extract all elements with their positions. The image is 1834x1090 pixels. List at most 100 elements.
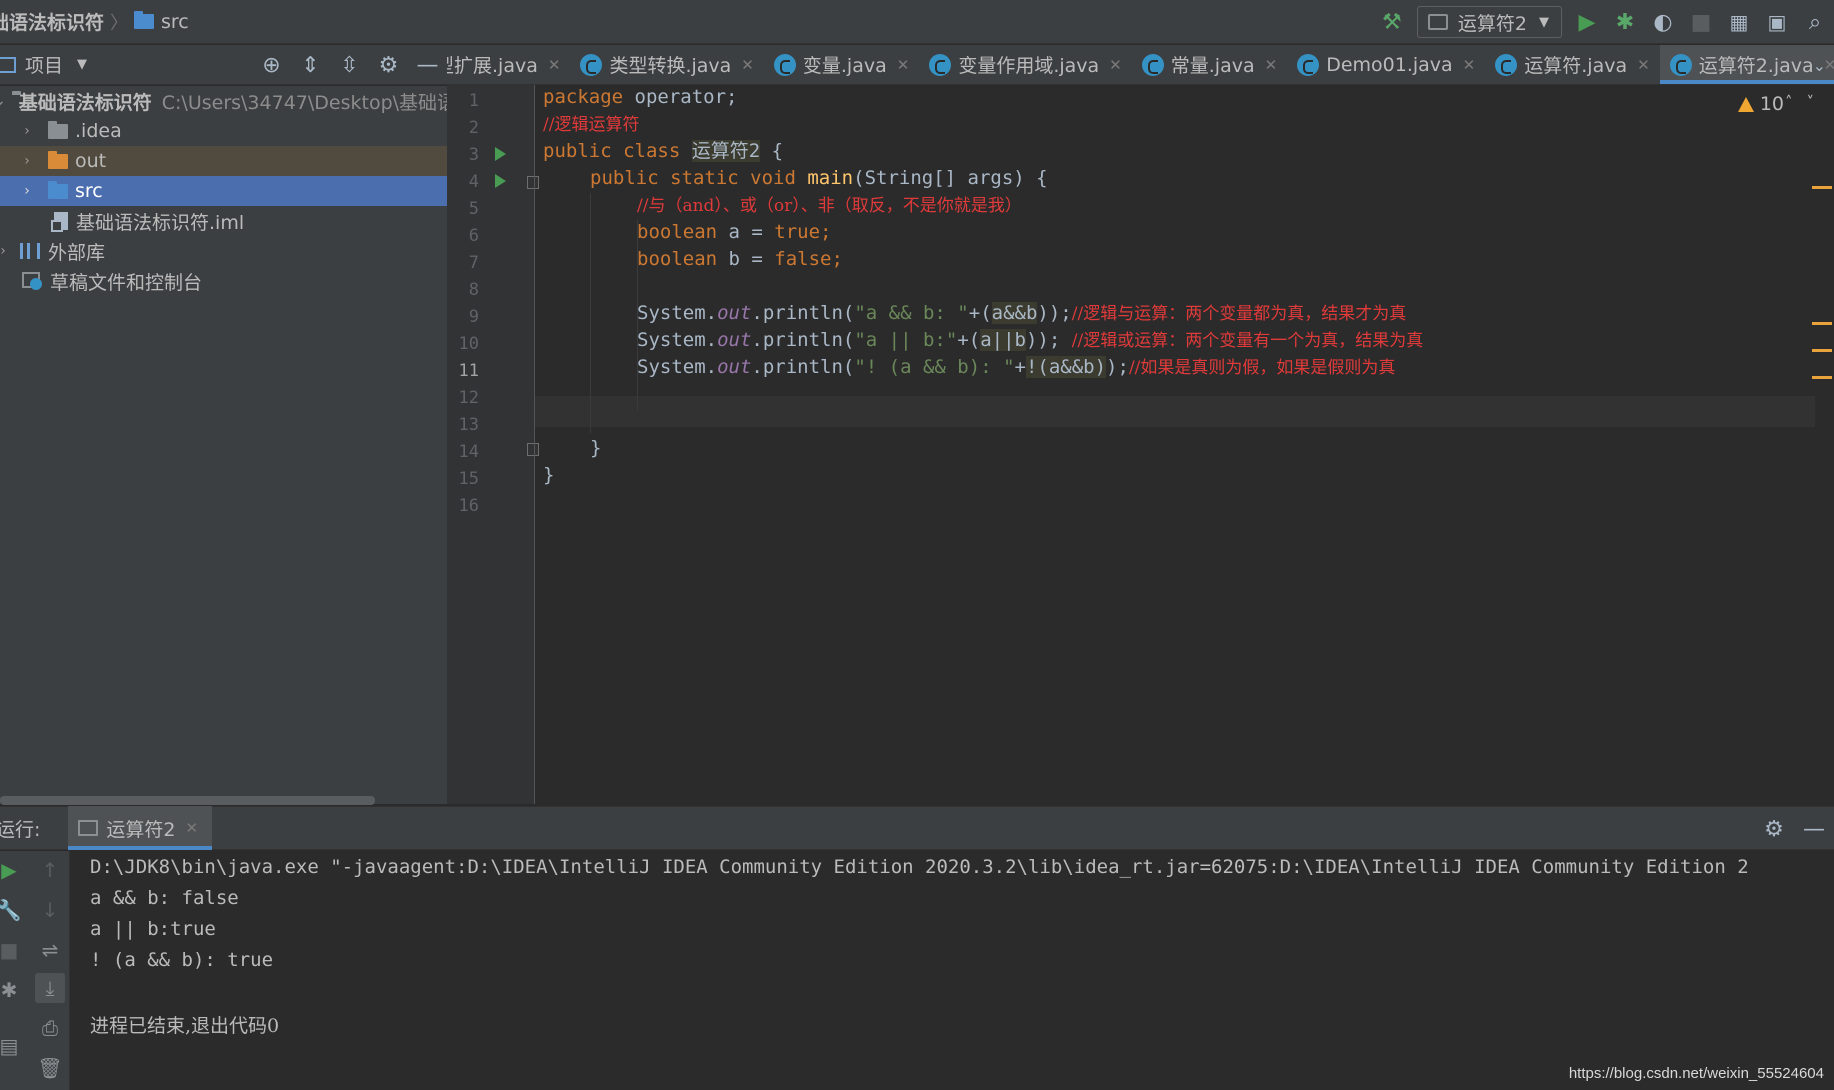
- arrow-down-icon[interactable]: ↓: [35, 895, 65, 925]
- navigation-bar: 础语法标识符 〉 src ⚒ 运算符2 ▼ ▶ ✱ ◐ ■ ▦ ▣ ⌕: [0, 0, 1834, 44]
- chevron-right-icon[interactable]: ›: [18, 153, 36, 169]
- chevron-down-icon[interactable]: ▼: [77, 57, 87, 72]
- breadcrumb-project[interactable]: 础语法标识符: [0, 8, 104, 35]
- hammer-icon: ⚒: [1382, 9, 1402, 35]
- terminal-button[interactable]: ▣: [1758, 0, 1796, 44]
- settings-icon[interactable]: ✱: [0, 975, 24, 1005]
- tree-item-src[interactable]: › src: [0, 176, 447, 206]
- code-line-10: System.out.println("a || b:"+(a||b)); //…: [637, 329, 1424, 351]
- stop-icon: ■: [1690, 9, 1712, 35]
- tab-variable-scope[interactable]: 变量作用域.java ✕: [919, 45, 1131, 84]
- close-icon[interactable]: ✕: [1109, 56, 1122, 74]
- bug-icon: ✱: [1615, 9, 1635, 35]
- chevron-down-icon[interactable]: ˅: [1807, 93, 1829, 111]
- tab-variable[interactable]: 变量.java ✕: [764, 45, 919, 84]
- tree-item-label: .idea: [75, 120, 122, 142]
- close-icon[interactable]: ✕: [1265, 56, 1278, 74]
- tab-operator2[interactable]: 运算符2.java ✕: [1659, 45, 1834, 84]
- project-tree: ⌄ 基础语法标识符 C:\Users\34747\Desktop\基础语 › .…: [0, 86, 456, 804]
- run-toolbar-primary: ▶ 🔧 ■ ✱ ▤: [0, 851, 30, 1090]
- build-button[interactable]: ⚒: [1373, 0, 1411, 44]
- warning-stripe-marker[interactable]: [1812, 186, 1832, 189]
- console-line: D:\JDK8\bin\java.exe "-javaagent:D:\IDEA…: [90, 856, 1749, 878]
- console-output[interactable]: D:\JDK8\bin\java.exe "-javaagent:D:\IDEA…: [70, 851, 1834, 1090]
- tree-root[interactable]: ⌄ 基础语法标识符 C:\Users\34747\Desktop\基础语: [0, 86, 456, 116]
- stop-icon[interactable]: ■: [0, 935, 24, 965]
- tree-item-idea[interactable]: › .idea: [0, 116, 447, 146]
- warning-stripe-marker[interactable]: [1812, 322, 1832, 325]
- run-toolbar-secondary: ↑ ↓ ⇌ ⤓ ⎙ 🗑: [30, 851, 70, 1090]
- chevron-up-icon[interactable]: ˄: [1785, 93, 1807, 111]
- scroll-to-end-icon[interactable]: ⤓: [35, 973, 65, 1003]
- tab-label: 常量.java: [1170, 55, 1255, 77]
- folder-icon: [48, 120, 68, 139]
- inspection-widget[interactable]: 10: [1737, 93, 1784, 115]
- run-config-selector[interactable]: 运算符2 ▼: [1416, 6, 1562, 38]
- code-editor[interactable]: 1 2 3 4 5 6 7 8 9 10 11 12 13 14 15 16 p…: [447, 85, 1834, 804]
- warning-stripe-marker[interactable]: [1812, 376, 1832, 379]
- minimize-icon[interactable]: —: [1794, 817, 1834, 842]
- chevron-right-icon[interactable]: ›: [18, 123, 36, 139]
- locate-icon[interactable]: ⊕: [252, 53, 291, 78]
- tree-item-out[interactable]: › out: [0, 146, 447, 176]
- trash-icon[interactable]: 🗑: [35, 1053, 65, 1083]
- chevron-right-icon[interactable]: ›: [18, 183, 36, 199]
- minimize-icon[interactable]: —: [408, 53, 447, 78]
- expand-all-icon[interactable]: ⇕: [291, 53, 330, 78]
- breadcrumb-folder[interactable]: src: [161, 11, 189, 33]
- close-icon[interactable]: ✕: [897, 56, 910, 74]
- run-button[interactable]: ▶: [1568, 0, 1606, 44]
- tab-type-extension[interactable]: 型扩展.java ✕: [447, 45, 570, 84]
- chevron-down-icon[interactable]: ⌄: [0, 93, 6, 109]
- gear-icon[interactable]: ⚙: [369, 53, 408, 78]
- coverage-icon: ◐: [1653, 9, 1673, 35]
- chevron-right-icon[interactable]: ›: [0, 243, 12, 259]
- layout-icon[interactable]: ▤: [0, 1031, 24, 1061]
- close-icon[interactable]: ✕: [1637, 56, 1650, 74]
- breadcrumb-separator: 〉: [110, 12, 129, 34]
- debug-button[interactable]: ✱: [1606, 0, 1644, 44]
- run-tab[interactable]: 运算符2 ✕: [68, 806, 213, 850]
- tree-item-label: 基础语法标识符.iml: [76, 211, 245, 234]
- tree-item-iml[interactable]: 基础语法标识符.iml: [0, 206, 447, 236]
- search-button[interactable]: ⌕: [1796, 0, 1834, 44]
- project-panel-title[interactable]: 项目: [25, 51, 63, 78]
- code-line-2: //逻辑运算符: [543, 115, 640, 135]
- java-class-icon: [580, 53, 603, 76]
- close-icon[interactable]: ✕: [741, 56, 754, 74]
- java-class-icon: [1141, 53, 1164, 76]
- project-panel-header: 项目 ▼ ⊕ ⇕ ⇳ ⚙ —: [0, 45, 447, 85]
- collapse-all-icon[interactable]: ⇳: [330, 53, 369, 78]
- close-icon[interactable]: ✕: [548, 56, 561, 74]
- java-class-icon: [1669, 53, 1692, 76]
- arrow-up-icon[interactable]: ↑: [35, 855, 65, 885]
- code-area[interactable]: package operator; //逻辑运算符 public class 运…: [447, 85, 1834, 804]
- project-structure-icon: ▦: [1729, 10, 1749, 34]
- rerun-icon[interactable]: ▶: [0, 855, 24, 885]
- tab-type-conversion[interactable]: 类型转换.java ✕: [570, 45, 763, 84]
- tree-item-scratches[interactable]: 草稿文件和控制台: [0, 266, 447, 296]
- warning-stripe-marker[interactable]: [1812, 349, 1832, 352]
- horizontal-scrollbar[interactable]: [0, 796, 375, 805]
- tree-item-label: src: [75, 180, 103, 202]
- search-icon: ⌕: [1808, 9, 1822, 35]
- tree-item-external-libraries[interactable]: › 外部库: [0, 236, 447, 266]
- code-line-14: }: [590, 437, 602, 459]
- inspection-navigation[interactable]: ˄˅: [1785, 93, 1828, 111]
- soft-wrap-icon[interactable]: ⇌: [35, 935, 65, 965]
- run-panel-header: 运行: 运算符2 ✕ ⚙ —: [0, 806, 1834, 850]
- java-class-icon: [773, 53, 796, 76]
- module-file-icon: [51, 212, 68, 232]
- tab-demo01[interactable]: Demo01.java ✕: [1287, 45, 1485, 84]
- tabs-overflow-chevron-icon[interactable]: ⌄: [1813, 45, 1826, 84]
- tab-constant[interactable]: 常量.java ✕: [1132, 45, 1287, 84]
- tab-operator[interactable]: 运算符.java ✕: [1485, 45, 1659, 84]
- print-icon[interactable]: ⎙: [35, 1013, 65, 1043]
- gear-icon[interactable]: ⚙: [1754, 817, 1794, 842]
- stop-button[interactable]: ■: [1682, 0, 1720, 44]
- coverage-button[interactable]: ◐: [1644, 0, 1682, 44]
- project-structure-button[interactable]: ▦: [1720, 0, 1758, 44]
- close-icon[interactable]: ✕: [1463, 56, 1476, 74]
- wrench-icon[interactable]: 🔧: [0, 895, 24, 925]
- close-icon[interactable]: ✕: [186, 819, 199, 837]
